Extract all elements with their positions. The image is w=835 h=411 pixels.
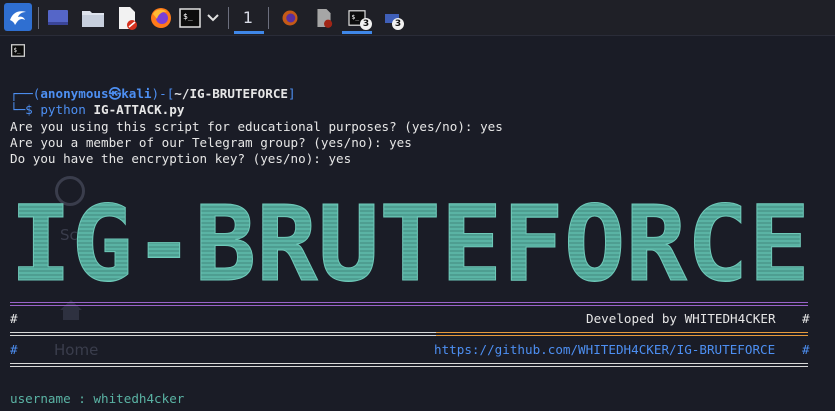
- svg-text:$_: $_: [351, 13, 359, 21]
- command-argument: IG-ATTACK.py: [93, 102, 185, 117]
- divider-purple: [10, 302, 808, 306]
- prompt-line: ┌──(anonymous㉿kali)-[~/IG-BRUTEFORCE]: [10, 86, 296, 102]
- prompt-at-symbol: ㉿: [108, 86, 122, 101]
- desktop-icon: [48, 10, 68, 25]
- file-manager-launcher[interactable]: [80, 5, 106, 31]
- hash-right: #: [802, 311, 810, 326]
- banner-text: IG-BRUTEFORCE: [10, 196, 810, 292]
- divider-orange: [436, 332, 808, 336]
- window-count-badge: 3: [392, 18, 404, 30]
- prompt-host: kali: [121, 86, 152, 101]
- taskbar: $_ 1 $_ 3 3: [0, 0, 835, 36]
- firefox-launcher[interactable]: [148, 5, 174, 31]
- window-text-editor[interactable]: [312, 5, 336, 31]
- username-line: username : whitedh4cker: [10, 391, 185, 406]
- hash-left: #: [10, 342, 18, 357]
- question-line: Do you have the encryption key? (yes/no)…: [10, 151, 352, 166]
- hash-left: #: [10, 311, 18, 326]
- document-icon: [317, 9, 333, 28]
- terminal-icon: $_: [179, 8, 201, 28]
- developed-by-text: Developed by WHITEDH4CKER: [586, 311, 776, 326]
- window-firefox[interactable]: [278, 5, 302, 31]
- prompt-dollar: └─$: [10, 102, 41, 117]
- taskbar-separator: [38, 7, 39, 29]
- document-icon: [119, 7, 137, 30]
- firefox-icon: [282, 10, 298, 26]
- command-name: python: [40, 102, 86, 117]
- command-line: └─$ python IG-ATTACK.py: [10, 102, 184, 118]
- taskbar-separator: [268, 7, 269, 29]
- firefox-icon: [151, 8, 171, 28]
- hash-right: #: [802, 342, 810, 357]
- question-line: Are you using this script for educationa…: [10, 119, 503, 134]
- terminal-window[interactable]: Sc Home $_ ┌──(anonymous㉿kali)-[~/IG-BRU…: [0, 36, 835, 411]
- svg-text:$_: $_: [14, 48, 21, 54]
- truncated-line: ... .: [10, 407, 139, 411]
- svg-text:$_: $_: [183, 12, 193, 21]
- prompt-open-bracket: ┌──(: [10, 86, 41, 101]
- terminal-dropdown-button[interactable]: [204, 5, 222, 31]
- workspace-switcher[interactable]: 1: [238, 4, 258, 30]
- terminal-count-badge: 3: [360, 18, 372, 30]
- github-link[interactable]: https://github.com/WHITEDH4CKER/IG-BRUTE…: [434, 342, 775, 357]
- divider-white-bottom: [10, 363, 808, 367]
- prompt-path: ~/IG-BRUTEFORCE: [174, 86, 289, 101]
- ghost-home-label: Home: [54, 341, 99, 359]
- ig-bruteforce-banner: IG-BRUTEFORCE: [10, 196, 810, 292]
- workspace-active-indicator: [234, 31, 264, 34]
- text-editor-launcher[interactable]: [114, 5, 140, 31]
- folder-icon: [82, 11, 104, 27]
- question-line: Are you a member of our Telegram group? …: [10, 135, 412, 150]
- taskbar-separator: [228, 7, 229, 29]
- kali-menu-button[interactable]: [4, 3, 32, 31]
- show-desktop-button[interactable]: [46, 5, 70, 31]
- terminal-launcher[interactable]: $_: [178, 5, 202, 31]
- prompt-mid: )-[: [151, 86, 175, 101]
- prompt-close: ]: [288, 86, 296, 101]
- kali-dragon-icon: [10, 11, 26, 25]
- prompt-user: anonymous: [40, 86, 109, 101]
- terminal-active-indicator: [342, 31, 372, 34]
- terminal-icon: $_: [11, 44, 25, 57]
- chevron-down-icon: [207, 14, 219, 22]
